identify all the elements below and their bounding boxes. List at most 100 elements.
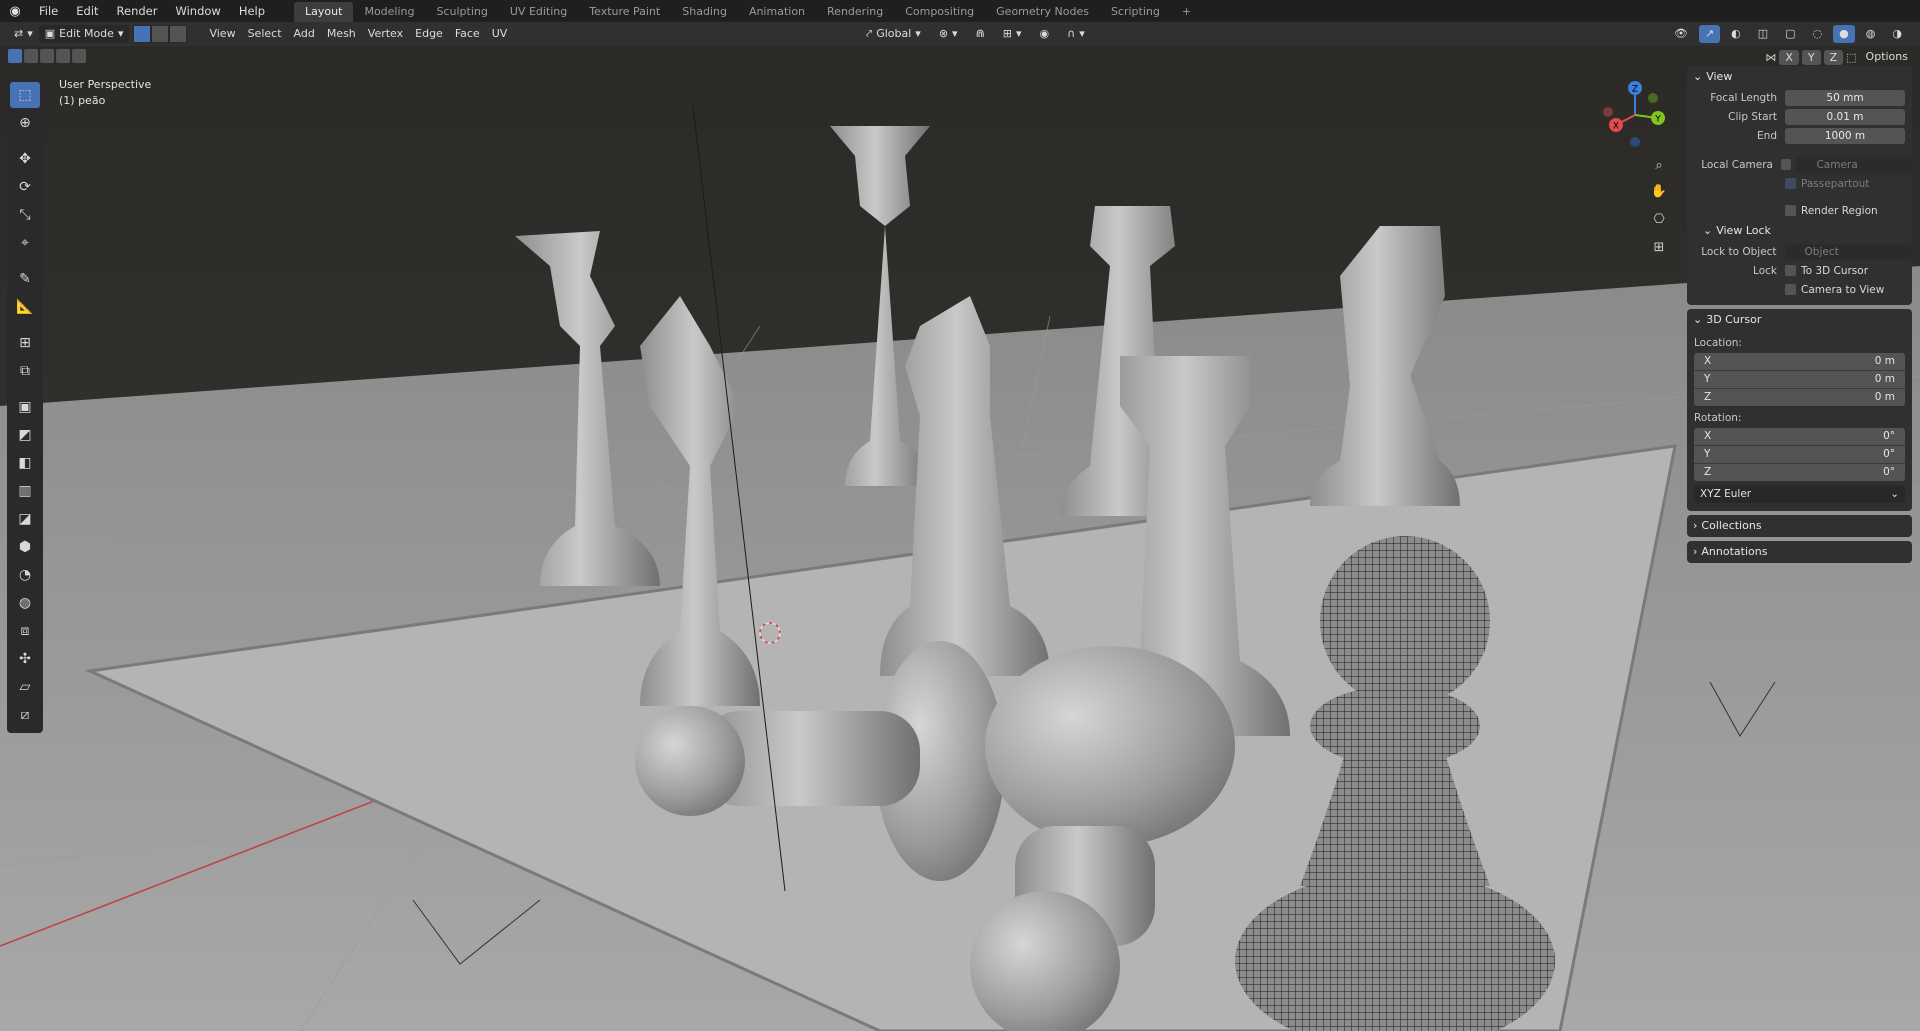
rotate-tool[interactable]: ⟳ <box>10 174 40 200</box>
menu-edge[interactable]: Edge <box>409 25 449 43</box>
vertex-select-mode-button[interactable] <box>133 25 152 43</box>
rip-region-tool[interactable]: ⧄ <box>10 702 40 728</box>
lock-to-3d-cursor-checkbox[interactable] <box>1785 265 1796 276</box>
tab-geometry-nodes[interactable]: Geometry Nodes <box>985 2 1100 22</box>
add-workspace-button[interactable]: + <box>1171 2 1202 22</box>
rotation-z-field[interactable]: Z 0° <box>1694 464 1905 481</box>
options-dropdown[interactable]: Options <box>1860 48 1914 66</box>
mirror-y-toggle[interactable]: Y <box>1801 49 1821 65</box>
clip-start-field[interactable]: 0.01 m <box>1785 108 1905 125</box>
tab-modeling[interactable]: Modeling <box>353 2 425 22</box>
extrude-region-tool[interactable]: ⧉ <box>10 358 40 384</box>
shrink-fatten-tool[interactable]: ✣ <box>10 646 40 672</box>
mesh-edit-overlays[interactable]: ◫ <box>1752 25 1774 43</box>
menu-vertex[interactable]: Vertex <box>362 25 409 43</box>
view-lock-header[interactable]: ⌄ View Lock <box>1687 220 1912 242</box>
select-box-tool[interactable]: ⬚ <box>10 82 40 108</box>
location-y-field[interactable]: Y 0 m <box>1694 371 1905 389</box>
proportional-editing-toggle[interactable]: ◉ <box>1034 25 1056 43</box>
menu-face[interactable]: Face <box>449 25 486 43</box>
new-selection-button[interactable] <box>8 49 22 63</box>
view-panel-header[interactable]: ⌄ View <box>1687 66 1912 88</box>
snap-target-dropdown[interactable]: ⊞ ▾ <box>997 25 1028 43</box>
menu-help[interactable]: Help <box>230 0 274 22</box>
gizmos-toggle[interactable]: ↗ <box>1698 25 1721 43</box>
menu-uv[interactable]: UV <box>486 25 514 43</box>
knife-tool[interactable]: ◪ <box>10 506 40 532</box>
scale-tool[interactable]: ⤡ <box>10 202 40 228</box>
poly-build-tool[interactable]: ⬢ <box>10 534 40 560</box>
move-tool[interactable]: ✥ <box>10 146 40 172</box>
tab-compositing[interactable]: Compositing <box>894 2 985 22</box>
spin-tool[interactable]: ◔ <box>10 562 40 588</box>
wireframe-shading[interactable]: ◌ <box>1807 25 1829 43</box>
tab-shading[interactable]: Shading <box>671 2 738 22</box>
intersect-selection-button[interactable] <box>72 49 86 63</box>
clip-end-field[interactable]: 1000 m <box>1785 127 1905 144</box>
render-region-checkbox[interactable] <box>1785 205 1796 216</box>
add-cube-tool[interactable]: ⊞ <box>10 330 40 356</box>
edge-select-mode-button[interactable] <box>151 25 170 43</box>
menu-file[interactable]: File <box>30 0 67 22</box>
extend-selection-button[interactable] <box>24 49 38 63</box>
menu-edit[interactable]: Edit <box>67 0 107 22</box>
shear-tool[interactable]: ▱ <box>10 674 40 700</box>
tab-sculpting[interactable]: Sculpting <box>426 2 499 22</box>
zoom-button[interactable]: ⌕ <box>1648 154 1670 176</box>
face-select-mode-button[interactable] <box>169 25 188 43</box>
pan-button[interactable]: ✋ <box>1648 180 1670 202</box>
mirror-x-toggle[interactable]: X <box>1779 49 1799 65</box>
edge-slide-tool[interactable]: ⧈ <box>10 618 40 644</box>
mirror-z-toggle[interactable]: Z <box>1823 49 1844 65</box>
tab-rendering[interactable]: Rendering <box>816 2 894 22</box>
3d-viewport[interactable]: User Perspective (1) peão <box>0 46 1920 1031</box>
inset-faces-tool[interactable]: ▣ <box>10 394 40 420</box>
lock-object-field[interactable]: Object <box>1784 243 1912 260</box>
rotation-mode-dropdown[interactable]: XYZ Euler ⌄ <box>1694 485 1905 503</box>
ortho-toggle-button[interactable]: ⊞ <box>1648 236 1670 258</box>
local-camera-checkbox[interactable] <box>1780 159 1792 170</box>
subtract-selection-button[interactable] <box>40 49 54 63</box>
camera-field[interactable]: Camera <box>1796 156 1912 173</box>
camera-view-button[interactable]: ⎔ <box>1648 208 1670 230</box>
rendered-shading[interactable]: ◑ <box>1886 25 1908 43</box>
menu-render[interactable]: Render <box>108 0 167 22</box>
pivot-point-dropdown[interactable]: ⊗ ▾ <box>933 25 964 43</box>
material-shading[interactable]: ◍ <box>1860 25 1882 43</box>
solid-shading[interactable]: ● <box>1833 25 1855 43</box>
passepartout-checkbox[interactable] <box>1785 178 1796 189</box>
tab-uv-editing[interactable]: UV Editing <box>499 2 578 22</box>
menu-view[interactable]: View <box>203 25 241 43</box>
menu-select[interactable]: Select <box>242 25 288 43</box>
camera-to-view-checkbox[interactable] <box>1785 284 1796 295</box>
transform-tool[interactable]: ⌖ <box>10 230 40 256</box>
invert-selection-button[interactable] <box>56 49 70 63</box>
xray-toggle[interactable]: ▢ <box>1779 25 1801 43</box>
offset-edge-loop-tool[interactable]: ▥ <box>10 478 40 504</box>
rotation-x-field[interactable]: X 0° <box>1694 428 1905 446</box>
transform-orientation-dropdown[interactable]: ⤤ Global ▾ <box>860 25 927 43</box>
snap-toggle[interactable]: ⋒ <box>970 25 991 43</box>
focal-length-field[interactable]: 50 mm <box>1785 89 1905 106</box>
3d-cursor-header[interactable]: ⌄ 3D Cursor <box>1687 309 1912 331</box>
location-z-field[interactable]: Z 0 m <box>1694 389 1905 406</box>
menu-add[interactable]: Add <box>288 25 321 43</box>
loop-cut-tool[interactable]: ◧ <box>10 450 40 476</box>
collections-header[interactable]: › Collections <box>1687 515 1912 537</box>
tab-texture-paint[interactable]: Texture Paint <box>578 2 671 22</box>
bevel-tool[interactable]: ◩ <box>10 422 40 448</box>
smooth-tool[interactable]: ◍ <box>10 590 40 616</box>
annotate-tool[interactable]: ✎ <box>10 266 40 292</box>
annotations-header[interactable]: › Annotations <box>1687 541 1912 563</box>
editor-type-button[interactable]: ⇄ ▾ <box>8 25 39 43</box>
cursor-tool[interactable]: ⊕ <box>10 110 40 136</box>
tab-animation[interactable]: Animation <box>738 2 816 22</box>
location-x-field[interactable]: X 0 m <box>1694 353 1905 371</box>
menu-mesh[interactable]: Mesh <box>321 25 362 43</box>
visibility-dropdown[interactable]: 👁 <box>1668 25 1694 43</box>
blender-logo-icon[interactable]: ◉ <box>0 4 30 19</box>
mode-selector[interactable]: ▣ Edit Mode ▾ <box>38 25 130 43</box>
tab-layout[interactable]: Layout <box>294 2 354 22</box>
tab-scripting[interactable]: Scripting <box>1100 2 1171 22</box>
topology-mirror-icon[interactable]: ⬚ <box>1846 51 1856 64</box>
